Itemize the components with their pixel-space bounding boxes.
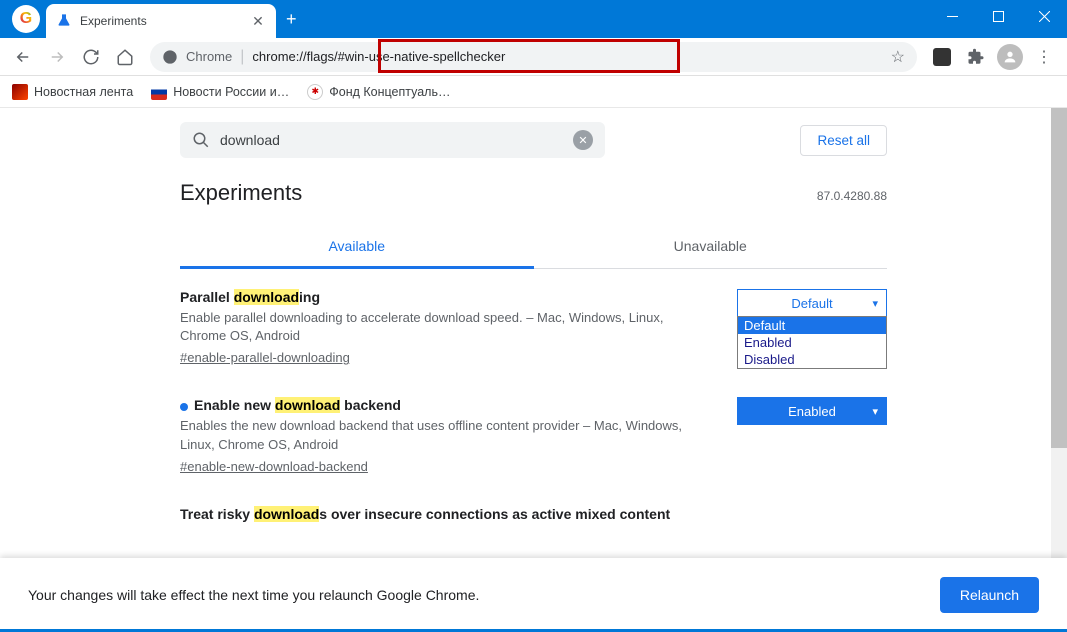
extension-icon[interactable] <box>927 42 957 72</box>
select-option[interactable]: Enabled <box>738 334 886 351</box>
window-controls <box>929 0 1067 32</box>
extensions-button[interactable] <box>961 42 991 72</box>
flag-title: Enable new download backend <box>180 397 707 413</box>
back-button[interactable] <box>8 42 38 72</box>
menu-button[interactable]: ⋮ <box>1029 42 1059 72</box>
select-value[interactable]: Enabled <box>737 397 887 425</box>
select-option[interactable]: Default <box>738 317 886 334</box>
bookmark-item[interactable]: ✱Фонд Концептуаль… <box>307 84 450 100</box>
flag-description: Enable parallel downloading to accelerat… <box>180 309 707 345</box>
browser-tab[interactable]: Experiments ✕ <box>46 4 276 38</box>
bookmark-item[interactable]: Новостная лента <box>12 84 133 100</box>
select-dropdown: DefaultEnabledDisabled <box>737 316 887 369</box>
tabs: Available Unavailable <box>0 226 1067 269</box>
bookmark-star-icon[interactable]: ☆ <box>891 47 905 67</box>
footer-bar: Your changes will take effect the next t… <box>0 558 1067 632</box>
page-title: Experiments <box>180 180 302 206</box>
close-window-button[interactable] <box>1021 0 1067 32</box>
favicon-icon <box>151 84 167 100</box>
flask-icon <box>56 13 72 29</box>
search-icon <box>192 131 210 149</box>
tab-available[interactable]: Available <box>180 226 534 269</box>
flag-title: Treat risky downloads over insecure conn… <box>180 506 887 522</box>
relaunch-button[interactable]: Relaunch <box>940 577 1039 613</box>
omnibox-url: chrome://flags/#win-use-native-spellchec… <box>252 49 882 64</box>
bookmark-label: Фонд Концептуаль… <box>329 85 450 99</box>
close-icon[interactable]: ✕ <box>250 13 266 29</box>
omnibox[interactable]: Chrome | chrome://flags/#win-use-native-… <box>150 42 917 72</box>
tab-unavailable[interactable]: Unavailable <box>534 226 888 269</box>
flag-title: Parallel downloading <box>180 289 707 305</box>
flag-item: Treat risky downloads over insecure conn… <box>180 506 887 526</box>
flag-item: Enable new download backend Enables the n… <box>180 397 887 475</box>
maximize-button[interactable] <box>975 0 1021 32</box>
scrollbar[interactable] <box>1051 108 1067 558</box>
flags-list: Parallel downloading Enable parallel down… <box>0 269 1067 558</box>
forward-button[interactable] <box>42 42 72 72</box>
bookmark-label: Новости России и… <box>173 85 289 99</box>
scroll-thumb[interactable] <box>1051 108 1067 448</box>
toolbar: Chrome | chrome://flags/#win-use-native-… <box>0 38 1067 76</box>
select-value[interactable]: Default <box>737 289 887 317</box>
google-icon: G <box>12 5 40 33</box>
chrome-icon <box>162 49 178 65</box>
omnibox-label: Chrome <box>186 49 232 64</box>
bookmark-item[interactable]: Новости России и… <box>151 84 289 100</box>
bookmark-label: Новостная лента <box>34 85 133 99</box>
flag-hash-link[interactable]: #enable-parallel-downloading <box>180 350 350 365</box>
flag-select[interactable]: DefaultDefaultEnabledDisabled <box>737 289 887 367</box>
title-bar: G Experiments ✕ + <box>0 0 1067 38</box>
select-option[interactable]: Disabled <box>738 351 886 368</box>
search-box[interactable]: ✕ <box>180 122 605 158</box>
bookmarks-bar: Новостная лента Новости России и… ✱Фонд … <box>0 76 1067 108</box>
search-input[interactable] <box>220 132 563 148</box>
clear-search-icon[interactable]: ✕ <box>573 130 593 150</box>
flag-hash-link[interactable]: #enable-new-download-backend <box>180 459 368 474</box>
flag-item: Parallel downloading Enable parallel down… <box>180 289 887 367</box>
content-area: ✕ Reset all Experiments 87.0.4280.88 Ava… <box>0 108 1067 558</box>
favicon-icon <box>12 84 28 100</box>
home-button[interactable] <box>110 42 140 72</box>
modified-dot-icon <box>180 403 188 411</box>
new-tab-button[interactable]: + <box>286 9 297 30</box>
profile-button[interactable] <box>995 42 1025 72</box>
minimize-button[interactable] <box>929 0 975 32</box>
tab-title: Experiments <box>80 14 250 28</box>
version-text: 87.0.4280.88 <box>817 189 887 203</box>
footer-message: Your changes will take effect the next t… <box>28 587 479 603</box>
flag-select[interactable]: Enabled <box>737 397 887 475</box>
reload-button[interactable] <box>76 42 106 72</box>
reset-all-button[interactable]: Reset all <box>800 125 887 156</box>
flag-description: Enables the new download backend that us… <box>180 417 707 453</box>
